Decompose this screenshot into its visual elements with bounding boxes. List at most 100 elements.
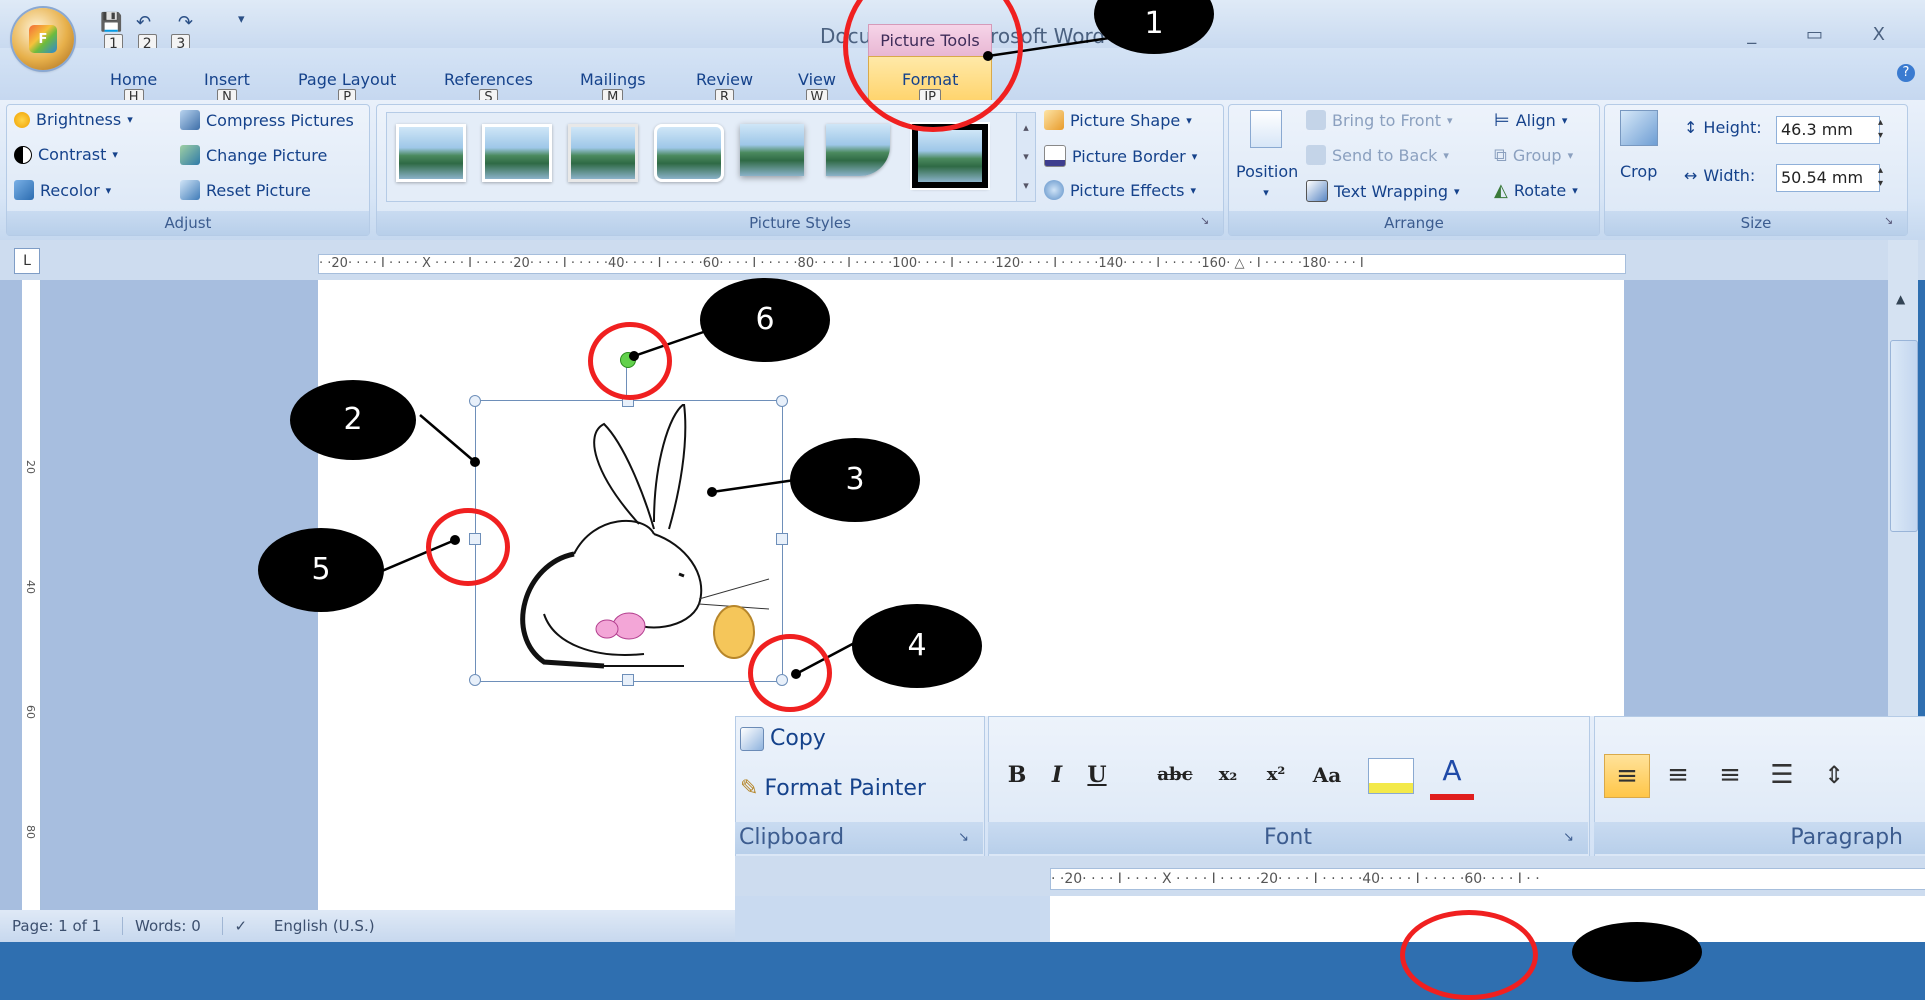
picture-shape-button[interactable]: Picture Shape ▾ (1044, 110, 1192, 130)
height-input[interactable]: 46.3 mm (1776, 116, 1880, 144)
bold-button[interactable]: B (1002, 758, 1032, 792)
proofing-icon[interactable]: ✓ (221, 917, 248, 935)
group-button[interactable]: ⧉ Group ▾ (1494, 145, 1573, 166)
underline-button[interactable]: U (1082, 758, 1112, 792)
style-thumb[interactable] (740, 124, 804, 176)
picture-border-button[interactable]: Picture Border ▾ (1044, 145, 1197, 167)
resize-handle-bottom-left[interactable] (469, 674, 481, 686)
dropdown-arrow-icon: ▾ (1567, 149, 1574, 162)
font-color-icon[interactable]: A (1430, 756, 1474, 800)
scroll-up-icon[interactable]: ▲ (1896, 292, 1905, 306)
format-painter-icon: ✎ (740, 776, 759, 801)
horizontal-ruler[interactable]: · ·20· · · · I · · · · X · · · · I · · ·… (318, 254, 1626, 274)
gallery-scroll-icon[interactable]: ▴ ▾ ▾ (1016, 112, 1036, 202)
vruler-label: 80 (24, 825, 37, 839)
resize-handle-right[interactable] (776, 533, 788, 545)
font-launcher-icon[interactable]: ↘ (1563, 822, 1574, 854)
reset-picture-button[interactable]: Reset Picture (180, 180, 311, 200)
tab-label: Page Layout (298, 70, 397, 89)
office-button[interactable]: F (12, 8, 74, 70)
dialog-launcher-icon[interactable]: ↘ (1200, 214, 1209, 227)
recolor-button[interactable]: Recolor ▾ (14, 180, 111, 200)
text-wrapping-button[interactable]: Text Wrapping ▾ (1306, 180, 1460, 202)
status-words[interactable]: Words: 0 (122, 917, 201, 935)
style-thumb[interactable] (482, 124, 552, 182)
dropdown-arrow-icon: ▾ (1447, 113, 1453, 127)
callout-7 (1572, 922, 1702, 982)
compress-pictures-button[interactable]: Compress Pictures (180, 110, 354, 130)
status-page[interactable]: Page: 1 of 1 (12, 917, 101, 935)
resize-handle-top-right[interactable] (776, 395, 788, 407)
send-to-back-button[interactable]: Send to Back ▾ (1306, 145, 1449, 165)
italic-button[interactable]: I (1042, 758, 1072, 792)
tab-label: Review (696, 70, 754, 89)
subscript-button[interactable]: x₂ (1208, 758, 1248, 792)
strikethrough-button[interactable]: abc (1150, 758, 1200, 792)
tab-label: Mailings (580, 70, 646, 89)
picture-effects-label: Picture Effects (1070, 180, 1185, 200)
change-picture-button[interactable]: Change Picture (180, 145, 327, 165)
position-icon[interactable] (1250, 110, 1282, 148)
highlight-ring (1400, 910, 1538, 1000)
window-controls[interactable]: _ ▭ X (1747, 24, 1907, 45)
picture-shape-icon (1044, 110, 1064, 130)
format-painter-button[interactable]: ✎ Format Painter (740, 776, 926, 801)
highlight-icon[interactable] (1368, 758, 1414, 794)
picture-styles-group-label: Picture Styles (377, 211, 1223, 235)
recolor-icon (14, 180, 34, 200)
callout-4: 4 (852, 604, 982, 688)
superscript-button[interactable]: x² (1256, 758, 1296, 792)
dropdown-arrow-icon: ▾ (105, 183, 112, 197)
change-case-button[interactable]: Aa (1302, 758, 1352, 792)
clipboard-label: Clipboard (739, 825, 845, 850)
reset-picture-label: Reset Picture (206, 180, 311, 200)
rotate-button[interactable]: ◭ Rotate ▾ (1494, 180, 1578, 201)
line-spacing-icon[interactable]: ⇕ (1812, 754, 1856, 796)
dropdown-arrow-icon: ▾ (1186, 113, 1192, 127)
rotate-icon: ◭ (1494, 180, 1508, 201)
tab-selector[interactable]: L (14, 248, 40, 274)
callout-5: 5 (258, 528, 384, 612)
copy-button[interactable]: Copy (740, 726, 826, 751)
crop-button[interactable]: Crop (1620, 162, 1657, 181)
style-thumb[interactable] (654, 124, 724, 182)
bring-to-front-button[interactable]: Bring to Front ▾ (1306, 110, 1453, 130)
recolor-label: Recolor (40, 180, 100, 200)
resize-handle-top-left[interactable] (469, 395, 481, 407)
dropdown-arrow-icon: ▾ (127, 113, 133, 126)
dropdown-arrow-icon: ▾ (1263, 186, 1269, 199)
style-thumb[interactable] (396, 124, 466, 182)
bunny-illustration (520, 404, 770, 669)
paragraph-label: Paragraph (1790, 825, 1903, 850)
bunny-picture[interactable] (484, 404, 774, 674)
help-icon[interactable]: ? (1897, 64, 1915, 82)
clipboard-launcher-icon[interactable]: ↘ (958, 822, 969, 854)
align-center-icon[interactable]: ≡ (1656, 754, 1700, 796)
crop-icon[interactable] (1620, 110, 1658, 146)
scrollbar-thumb[interactable] (1890, 340, 1918, 532)
contrast-button[interactable]: Contrast ▾ (14, 145, 118, 164)
size-dialog-launcher-icon[interactable]: ↘ (1884, 214, 1893, 227)
brightness-button[interactable]: Brightness ▾ (14, 110, 133, 129)
width-icon: ↔ (1684, 166, 1698, 185)
compress-label: Compress Pictures (206, 110, 354, 130)
picture-effects-button[interactable]: Picture Effects ▾ (1044, 180, 1196, 200)
group-icon: ⧉ (1494, 145, 1507, 166)
height-spinner-icon[interactable]: ▴ ▾ (1878, 116, 1883, 142)
highlight-ring (426, 508, 510, 586)
status-language[interactable]: English (U.S.) (274, 917, 375, 935)
change-picture-label: Change Picture (206, 145, 328, 165)
style-thumb[interactable] (568, 124, 638, 182)
align-button[interactable]: ⊨ Align ▾ (1494, 110, 1567, 131)
width-input[interactable]: 50.54 mm (1776, 164, 1880, 192)
justify-icon[interactable]: ☰ (1760, 754, 1804, 796)
resize-handle-bottom[interactable] (622, 674, 634, 686)
align-left-icon[interactable]: ≡ (1604, 754, 1650, 798)
style-thumb-selected[interactable] (910, 122, 990, 190)
vertical-ruler[interactable]: 20 40 60 80 (22, 280, 41, 910)
adjust-group-label: Adjust (7, 211, 369, 235)
align-right-icon[interactable]: ≡ (1708, 754, 1752, 796)
width-spinner-icon[interactable]: ▴ ▾ (1878, 164, 1883, 190)
height-icon: ↕ (1684, 118, 1698, 137)
position-button[interactable]: Position ▾ (1236, 162, 1298, 200)
